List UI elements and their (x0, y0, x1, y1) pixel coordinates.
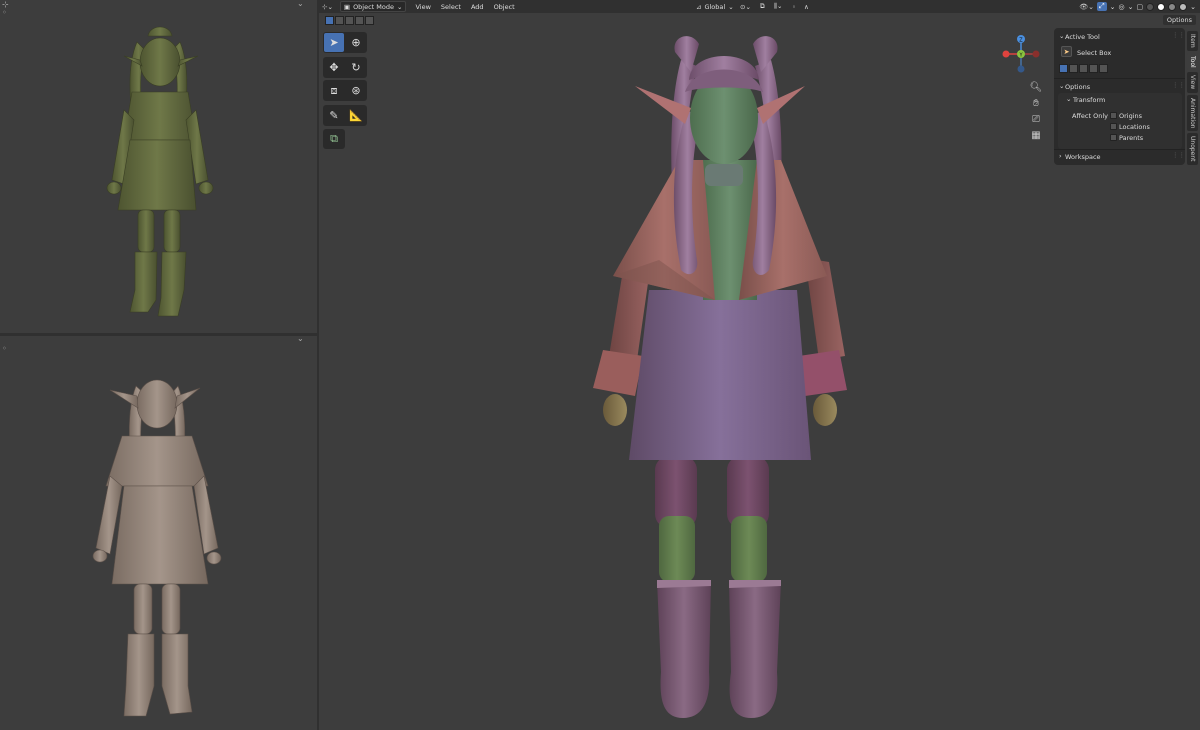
origins-checkbox[interactable] (1110, 112, 1117, 119)
tab-unopent[interactable]: Unopent (1187, 133, 1198, 165)
viewport-top-left[interactable]: ⊹ ⌄ ◦ (0, 0, 317, 333)
sidebar-panel: ⌄ Active Tool ⋮⋮ ➤ Select Box ⌄ Options … (1054, 28, 1185, 165)
drag-handle-icon[interactable]: ⋮⋮ (1172, 31, 1185, 39)
character-render-clay (92, 379, 222, 717)
select-mode-row (1059, 64, 1108, 73)
sidebar-tabs: Item Tool View Animation Unopent (1187, 31, 1198, 167)
select-extend-icon[interactable] (1069, 64, 1078, 73)
tab-view[interactable]: View (1187, 72, 1198, 93)
character-render-olive (106, 26, 214, 317)
select-new-icon[interactable] (1059, 64, 1068, 73)
parents-checkbox[interactable] (1110, 134, 1117, 141)
navigation-buttons: 🔍︎ ✋︎ ⎚ ▦ (1029, 81, 1043, 141)
collapse-icon[interactable]: ⌄ (1059, 82, 1064, 90)
collapse-icon[interactable]: ⌄ (1059, 32, 1064, 40)
tab-tool[interactable]: Tool (1187, 52, 1198, 71)
drag-handle-icon[interactable]: ⋮⋮ (1172, 151, 1185, 159)
locations-checkbox[interactable] (1110, 123, 1117, 130)
tab-animation[interactable]: Animation (1187, 94, 1198, 132)
active-tool-title[interactable]: Active Tool (1065, 33, 1100, 41)
select-subtract-icon[interactable] (1079, 64, 1088, 73)
affect-only-label: Affect Only (1072, 112, 1109, 120)
navigation-gizmo[interactable]: Z Y (998, 31, 1044, 77)
camera-icon[interactable]: ⎚ (1030, 113, 1042, 125)
transform-subpanel: ⌄ Transform Affect Only Origins Location… (1058, 93, 1182, 149)
parents-label: Parents (1119, 134, 1144, 142)
select-intersect-icon[interactable] (1099, 64, 1108, 73)
viewport-bottom-left[interactable]: ⌄ ◦ (0, 336, 317, 730)
expand-icon[interactable]: › (1059, 152, 1062, 160)
grid-icon[interactable]: ▦ (1030, 129, 1042, 141)
collapse-icon[interactable]: ⌄ (1066, 95, 1071, 103)
options-title[interactable]: Options (1065, 83, 1090, 91)
pan-hand-icon[interactable]: ✋︎ (1030, 97, 1042, 109)
zoom-icon[interactable]: 🔍︎ (1030, 81, 1043, 93)
locations-label: Locations (1119, 123, 1150, 131)
transform-title[interactable]: Transform (1073, 96, 1105, 104)
select-box-icon[interactable]: ➤ (1061, 46, 1072, 57)
select-invert-icon[interactable] (1089, 64, 1098, 73)
drag-handle-icon[interactable]: ⋮⋮ (1172, 81, 1185, 89)
origins-label: Origins (1119, 112, 1143, 120)
workspace-title[interactable]: Workspace (1065, 153, 1101, 161)
tab-item[interactable]: Item (1187, 31, 1198, 51)
tool-name: Select Box (1077, 49, 1112, 57)
gizmo-z-label: Z (1019, 38, 1023, 44)
